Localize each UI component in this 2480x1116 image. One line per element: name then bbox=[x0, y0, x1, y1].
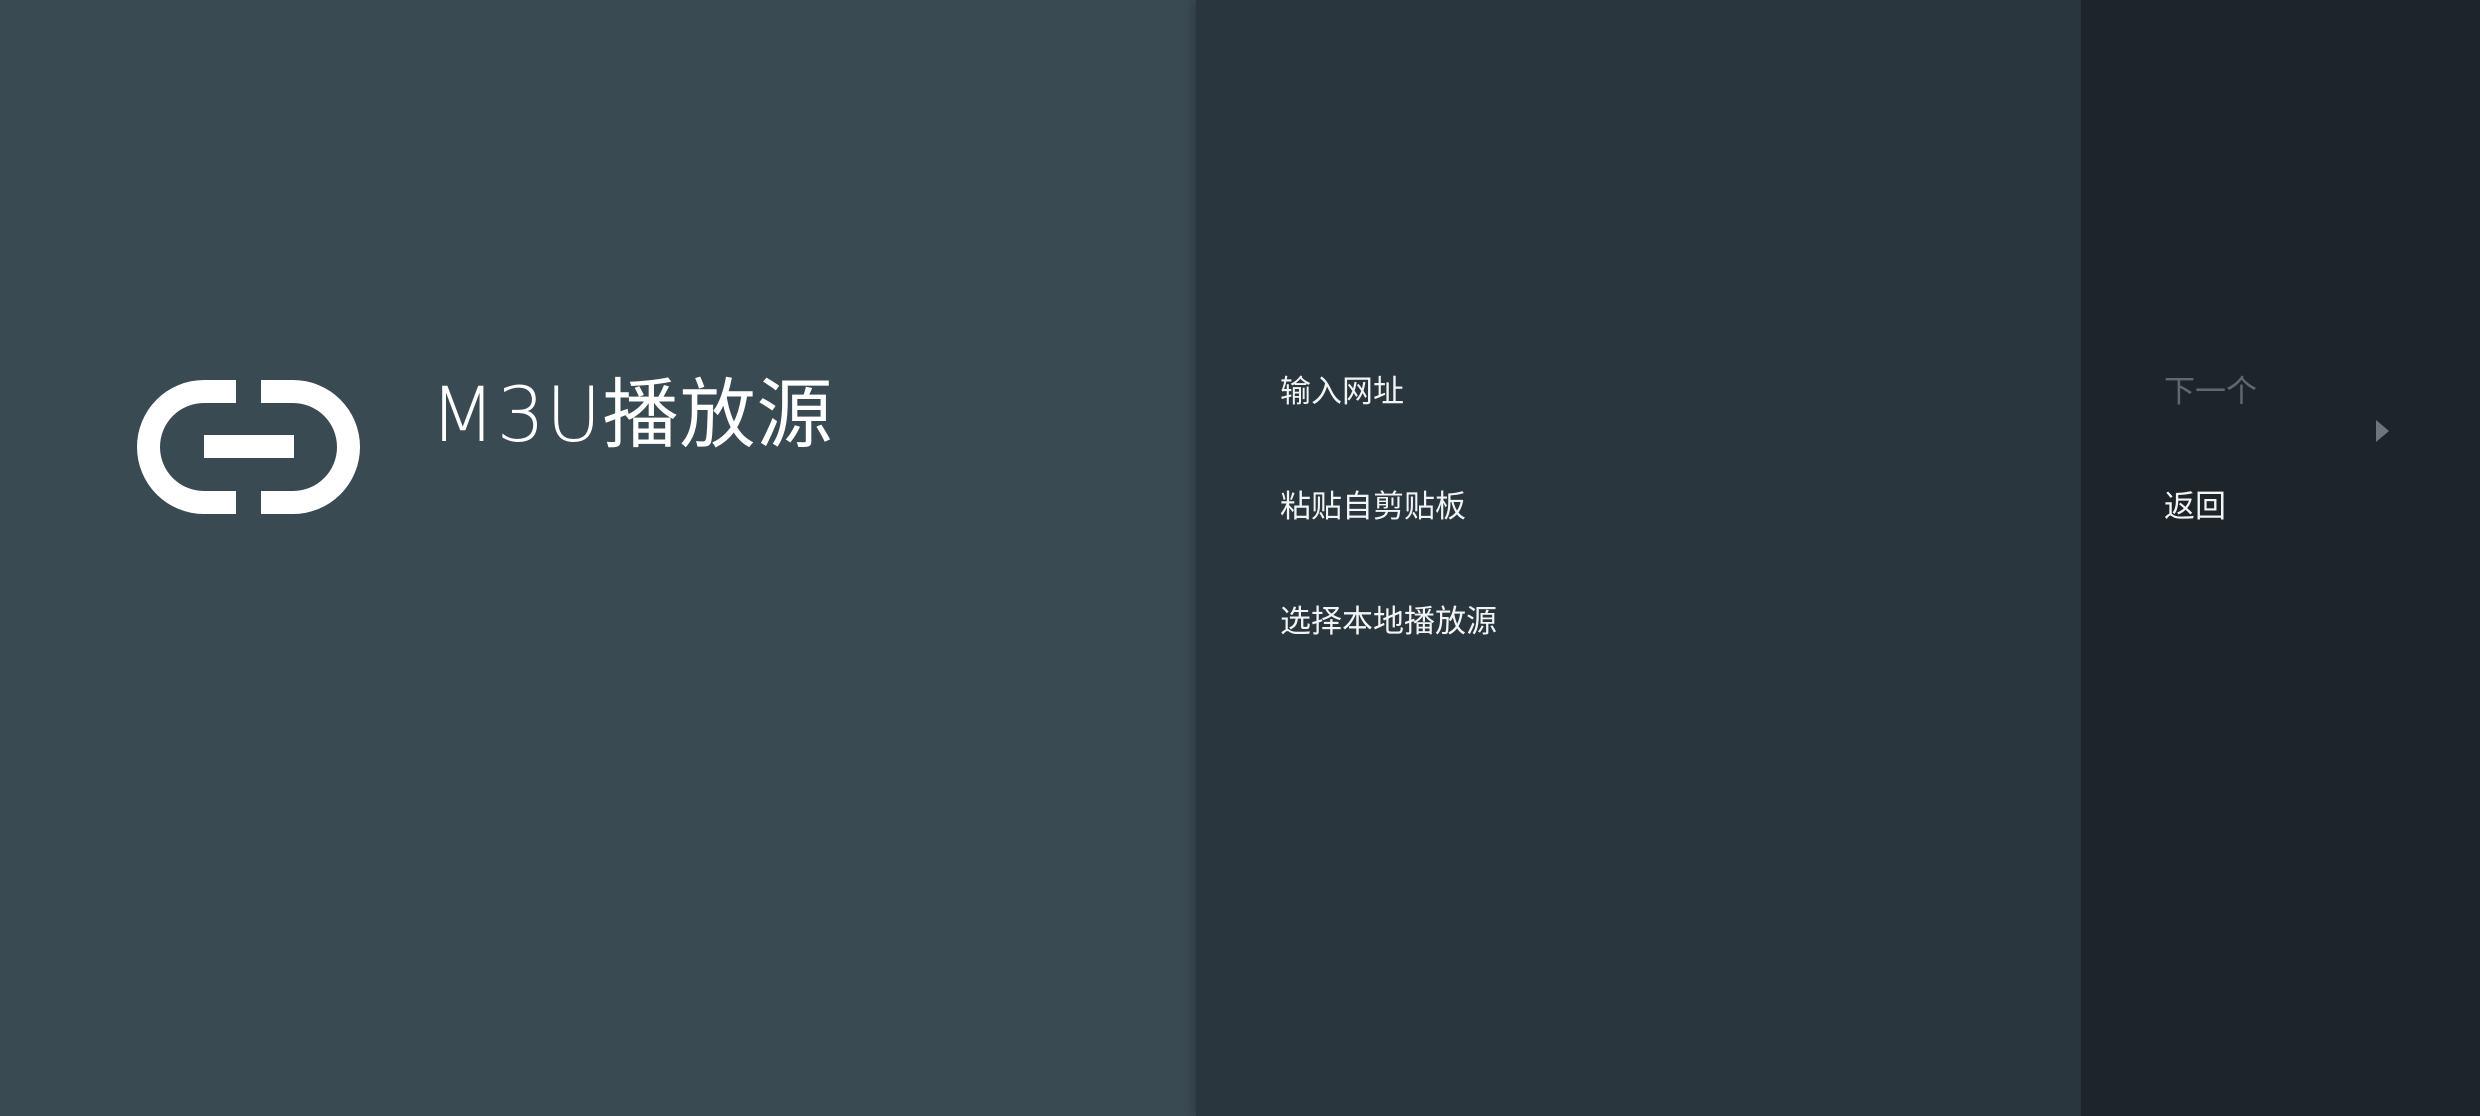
action-label: 选择本地播放源 bbox=[1280, 604, 1497, 640]
guided-step-screen: M3U播放源 输入网址 粘贴自剪贴板 选择本地播放源 下一个 返回 bbox=[0, 0, 2480, 1116]
buttons-pane: 下一个 返回 bbox=[2081, 0, 2480, 1116]
action-list: 输入网址 粘贴自剪贴板 选择本地播放源 bbox=[1280, 374, 1497, 721]
back-button-label: 返回 bbox=[2164, 489, 2226, 525]
link-icon bbox=[137, 380, 360, 514]
button-list: 下一个 返回 bbox=[2164, 374, 2454, 606]
back-button[interactable]: 返回 bbox=[2164, 489, 2454, 606]
action-label: 输入网址 bbox=[1280, 374, 1404, 410]
next-button-label: 下一个 bbox=[2164, 374, 2257, 410]
action-select-local-source[interactable]: 选择本地播放源 bbox=[1280, 604, 1497, 721]
chevron-right-icon bbox=[2376, 420, 2389, 442]
action-label: 粘贴自剪贴板 bbox=[1280, 489, 1466, 525]
guidance-pane: M3U播放源 bbox=[0, 0, 1196, 1116]
actions-pane: 输入网址 粘贴自剪贴板 选择本地播放源 bbox=[1196, 0, 2081, 1116]
guidance-title: M3U播放源 bbox=[430, 370, 834, 459]
